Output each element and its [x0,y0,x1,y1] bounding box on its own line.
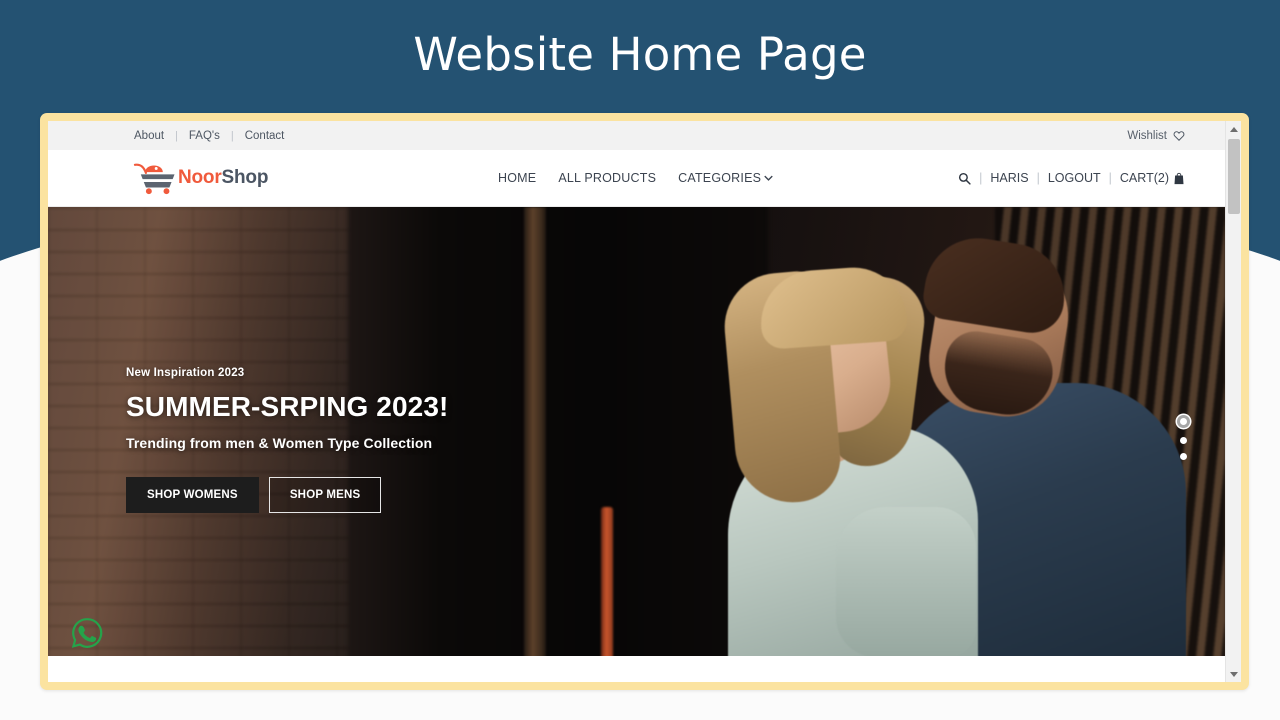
presentation-slide: Website Home Page About | FAQ's | Contac… [0,0,1280,720]
whatsapp-icon[interactable] [70,616,104,650]
nav-actions: | HARIS | LOGOUT | CART(2) [958,170,1185,186]
main-navbar: NoorShop HOME ALL PRODUCTS CATEGORIES | … [48,150,1225,207]
hero-photo-post [524,207,546,672]
search-icon[interactable] [958,172,971,188]
page-bottom-strip [48,656,1225,682]
hero-buttons: SHOP WOMENS SHOP MENS [126,477,448,513]
hero-photo-couple [668,207,1198,672]
carousel-dot-3[interactable] [1180,453,1187,460]
shop-womens-button[interactable]: SHOP WOMENS [126,477,259,513]
chevron-down-icon [764,173,773,184]
hero-photo-pipe [601,507,613,672]
nav-item-cart[interactable]: CART(2) [1120,171,1169,185]
utility-link-contact[interactable]: Contact [243,130,287,142]
heart-icon [1173,130,1185,144]
hero-photo-woman-sleeve [836,507,976,657]
utility-link-faqs[interactable]: FAQ's [187,130,222,142]
utility-separator: | [175,129,178,142]
shopping-cart-icon [132,161,176,195]
vertical-scrollbar[interactable] [1225,121,1241,682]
nav-item-user[interactable]: HARIS [990,171,1028,185]
shop-mens-button[interactable]: SHOP MENS [268,477,382,513]
scrollbar-thumb[interactable] [1228,139,1240,214]
hero-eyebrow: New Inspiration 2023 [126,367,245,379]
brand-name-secondary: Shop [221,167,269,188]
hero-subheading: Trending from men & Women Type Collectio… [126,435,433,451]
shopping-bag-icon[interactable] [1173,172,1185,188]
utility-link-about[interactable]: About [132,130,166,142]
nav-item-home[interactable]: HOME [498,171,536,185]
wishlist-label: Wishlist [1127,129,1167,142]
nav-item-all-products[interactable]: ALL PRODUCTS [558,171,656,185]
carousel-dot-1[interactable] [1180,418,1187,425]
nav-item-categories-label: CATEGORIES [678,171,762,185]
brand-name-primary: Noor [178,167,222,188]
nav-item-logout[interactable]: LOGOUT [1048,171,1101,185]
nav-separator: | [1036,171,1040,185]
page-title: Website Home Page [413,27,867,81]
carousel-indicators [1180,415,1187,460]
carousel-dot-2[interactable] [1180,437,1187,444]
nav-separator: | [1108,171,1112,185]
browser-frame: About | FAQ's | Contact Wishlist NoorSho… [40,113,1249,690]
website-page: About | FAQ's | Contact Wishlist NoorSho… [48,121,1225,682]
brand-text: NoorShop [178,167,268,189]
scroll-up-arrow-icon[interactable] [1226,121,1241,137]
nav-separator: | [979,171,983,185]
utility-separator: | [230,129,234,142]
site-logo[interactable]: NoorShop [132,161,268,195]
scroll-down-arrow-icon[interactable] [1226,666,1241,682]
hero-heading: SUMMER-SRPING 2023! [126,391,449,422]
hero-copy: New Inspiration 2023 SUMMER-SRPING 2023!… [126,367,448,513]
nav-links: HOME ALL PRODUCTS CATEGORIES [498,171,773,185]
browser-viewport: About | FAQ's | Contact Wishlist NoorSho… [48,121,1241,682]
wishlist-button[interactable]: Wishlist [1127,129,1185,143]
nav-item-categories[interactable]: CATEGORIES [678,171,773,185]
hero-carousel: New Inspiration 2023 SUMMER-SRPING 2023!… [48,207,1225,672]
utility-bar: About | FAQ's | Contact Wishlist [48,121,1225,150]
utility-links: About | FAQ's | Contact [132,130,286,142]
